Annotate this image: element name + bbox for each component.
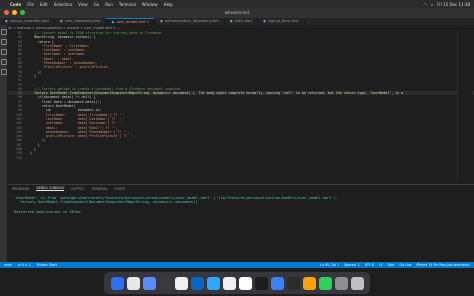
line-ending[interactable]: LF [379,262,383,268]
menubar-clock[interactable]: Fri 15 Dec 11:38 [437,2,470,7]
dock-app-icon[interactable] [302,276,316,290]
tab-label: signup_controller.dart [9,19,49,23]
encoding[interactable]: UTF-8 [365,262,374,268]
tab-label: user_model.dart 1 [116,20,150,24]
minimap[interactable] [457,31,472,181]
dart-file-icon: ◆ [59,19,63,23]
menu-file[interactable]: File [27,2,34,7]
source-control-icon[interactable] [0,49,7,55]
dock-app-icon[interactable] [206,276,220,290]
device-selector[interactable]: iPhone 15 Pro Max (ios simulator) [416,262,470,268]
dart-file-icon: ◆ [263,19,266,23]
console-line: Restarted application in 507ms. [14,210,83,214]
tab-user-repository[interactable]: ◆ user_repository.dart [55,18,107,25]
indentation[interactable]: Spaces: 2 [344,262,360,268]
extensions-icon[interactable] [0,69,7,75]
flutter-status[interactable]: Flutter: Start [37,262,57,268]
menu-view[interactable]: View [78,2,88,7]
menu-edit[interactable]: Edit [40,2,48,7]
dock-app-icon[interactable] [222,276,236,290]
tab-debug-console[interactable]: DEBUG CONSOLE [36,186,65,191]
dart-file-icon: ◆ [160,19,163,23]
dock-app-icon[interactable] [158,276,172,290]
tab-terminal[interactable]: TERMINAL [91,187,107,191]
code-editor[interactable]: 81 /// Convert model to JSON structure f… [8,31,474,181]
search-icon[interactable] [0,39,7,45]
dock-app-icon[interactable] [334,276,348,290]
code-line[interactable]: 110 [8,156,474,160]
tab-authentication-repository[interactable]: ◆ authentication_repository.dart [155,18,225,25]
dock-app-icon[interactable] [350,276,364,290]
branch-indicator[interactable]: main [4,262,12,268]
dock-app-icon[interactable] [126,276,140,290]
status-bar: main ⊗ 0 ⚠ 1 Flutter: Start Ln 95, Col 1… [0,262,474,268]
window-title: wheelsnrent [224,10,250,15]
tab-label: main.dart [234,19,253,23]
tab-label: signup_form.dart [267,19,299,23]
tab-output[interactable]: OUTPUT [71,187,84,191]
tab-signup-form[interactable]: ◆ signup_form.dart [258,18,305,25]
debug-console-output[interactable]: 'UserModel' is from 'package:wheelsnrent… [8,192,474,218]
macos-menubar: Code File Edit Selection View Go Run Ter… [0,0,474,8]
dock-app-icon[interactable] [238,276,252,290]
activity-bar [0,25,7,262]
tab-label: authentication_repository.dart [164,19,219,23]
dart-file-icon: ◆ [5,19,8,23]
menu-window[interactable]: Window [142,2,158,7]
panel-tabs: PROBLEMS DEBUG CONSOLE OUTPUT TERMINAL P… [8,185,474,192]
dock-app-icon[interactable] [318,276,332,290]
dart-file-icon: ◆ [111,20,115,24]
language-mode[interactable]: Dart [388,262,395,268]
explorer-icon[interactable] [0,29,7,35]
code-text: } [26,151,32,156]
dock-app-icon[interactable] [286,276,300,290]
dock-app-icon[interactable] [254,276,268,290]
cursor-position[interactable]: Ln 95, Col 1 [320,262,339,268]
go-live-button[interactable]: Go Live [400,262,412,268]
menu-go[interactable]: Go [94,2,100,7]
wifi-icon[interactable]: ◠ [423,2,427,7]
search-icon[interactable]: ⌕ [431,2,433,7]
code-text: } [26,73,36,78]
tab-label: user_repository.dart [64,19,101,23]
dock-app-icon[interactable] [142,276,156,290]
tab-signup-controller[interactable]: ◆ signup_controller.dart [0,18,55,25]
run-debug-icon[interactable] [0,59,7,65]
dock-app-icon[interactable] [270,276,284,290]
menu-run[interactable]: Run [105,2,113,7]
editor-tabbar: ◆ signup_controller.dart ◆ user_repository… [0,18,474,26]
tab-problems[interactable]: PROBLEMS [12,187,29,191]
dock-app-icon[interactable] [110,276,124,290]
menu-app[interactable]: Code [10,2,21,7]
line-number: 110 [16,155,22,160]
console-line: factory UserModel.fromSnapshot(DocumentS… [20,200,198,204]
menu-terminal[interactable]: Terminal [119,2,136,7]
menu-help[interactable]: Help [164,2,173,7]
problems-indicator[interactable]: ⊗ 0 ⚠ 1 [18,262,31,268]
tab-main[interactable]: ◆ main.dart [225,18,259,25]
menu-selection[interactable]: Selection [54,2,72,7]
dock-app-icon[interactable] [190,276,204,290]
dock-app-icon[interactable] [174,276,188,290]
tab-ports[interactable]: PORTS [115,187,125,191]
dart-file-icon: ◆ [229,19,233,23]
bottom-panel: PROBLEMS DEBUG CONSOLE OUTPUT TERMINAL P… [8,184,474,263]
macos-dock [104,272,370,294]
